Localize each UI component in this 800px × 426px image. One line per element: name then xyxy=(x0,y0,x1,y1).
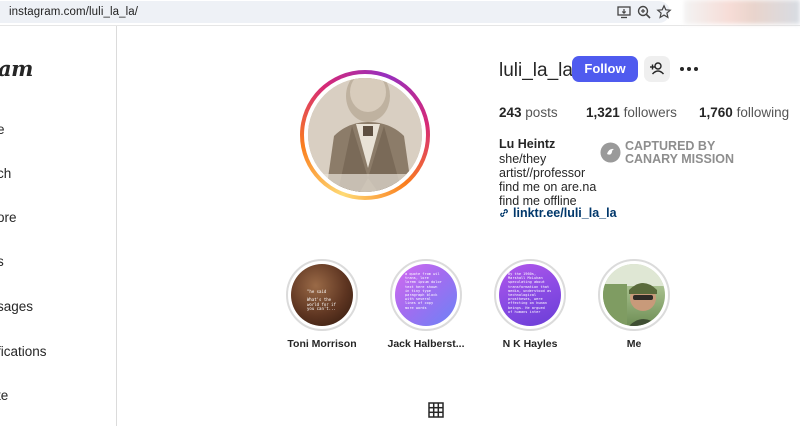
bookmark-star-icon[interactable] xyxy=(656,4,672,20)
install-app-icon[interactable] xyxy=(616,4,632,20)
link-icon xyxy=(500,209,508,217)
highlight-label: Jack Halberst... xyxy=(387,338,465,350)
watermark-line-2: CANARY MISSION xyxy=(625,152,735,166)
profile-avatar-ring[interactable] xyxy=(300,70,430,200)
highlight-selfie-image xyxy=(603,264,665,326)
url-bar[interactable]: instagram.com/luli_la_la/ xyxy=(0,1,670,23)
url-text[interactable]: instagram.com/luli_la_la/ xyxy=(9,6,138,18)
following-stat[interactable]: 1,760 following xyxy=(699,105,789,120)
highlight-label: N K Hayles xyxy=(502,338,558,350)
highlight-label: Toni Morrison xyxy=(287,338,357,350)
follow-button[interactable]: Follow xyxy=(572,56,638,82)
bio-full-name: Lu Heintz xyxy=(499,137,556,151)
highlight-label: Me xyxy=(626,338,642,350)
highlight-me[interactable]: Me xyxy=(598,259,670,350)
browser-address-bar: instagram.com/luli_la_la/ xyxy=(0,0,800,26)
bio-line: artist//professor xyxy=(499,166,586,180)
bio-line: find me on are.na xyxy=(499,180,597,194)
following-label: following xyxy=(736,105,790,120)
sidebar-item-explore[interactable]: ore xyxy=(0,210,17,225)
sidebar-item-reels[interactable]: s xyxy=(0,254,4,269)
sidebar-item-create[interactable]: te xyxy=(0,388,8,403)
profile-username: luli_la_la xyxy=(499,60,573,81)
followers-label: followers xyxy=(623,105,677,120)
bio-external-link[interactable]: linktr.ee/luli_la_la xyxy=(499,206,617,220)
posts-stat: 243 posts xyxy=(499,105,558,120)
highlight-cover: "he said What's the world for if you can… xyxy=(291,264,353,326)
highlight-cover-text: a quote from wil trans, lore lorem ipsum… xyxy=(405,272,442,310)
canary-logo-icon xyxy=(600,142,621,163)
highlight-cover: By the 1960s, Marshall McLuhan speculati… xyxy=(499,264,561,326)
zoom-icon[interactable] xyxy=(636,4,652,20)
sidebar-nav: am e ch ore s sages fications te xyxy=(0,26,117,426)
posts-count: 243 xyxy=(499,105,522,120)
profile-avatar xyxy=(308,78,422,192)
more-dots-icon xyxy=(680,67,698,71)
highlight-cover: a quote from wil trans, lore lorem ipsum… xyxy=(395,264,457,326)
highlight-cover-text: By the 1960s, Marshall McLuhan speculati… xyxy=(508,272,552,314)
avatar-portrait-image xyxy=(308,78,422,192)
sidebar-item-messages[interactable]: sages xyxy=(0,299,33,314)
following-count: 1,760 xyxy=(699,105,733,120)
sidebar-item-notifications[interactable]: fications xyxy=(0,344,47,359)
more-options-button[interactable] xyxy=(678,60,700,78)
posts-label: posts xyxy=(525,105,558,120)
followers-stat[interactable]: 1,321 followers xyxy=(586,105,677,120)
highlight-cover-text: "he said What's the world for if you can… xyxy=(307,289,336,311)
posts-grid-icon[interactable] xyxy=(428,402,444,418)
highlight-nk-hayles[interactable]: By the 1960s, Marshall McLuhan speculati… xyxy=(494,259,566,350)
highlight-toni-morrison[interactable]: "he said What's the world for if you can… xyxy=(286,259,358,350)
sidebar-item-search[interactable]: ch xyxy=(0,166,11,181)
followers-count: 1,321 xyxy=(586,105,620,120)
bio-link-text[interactable]: linktr.ee/luli_la_la xyxy=(513,206,617,220)
add-user-icon xyxy=(650,62,665,75)
sidebar-item-home[interactable]: e xyxy=(0,122,5,137)
bio-line: she/they xyxy=(499,152,547,166)
highlight-cover xyxy=(603,264,665,326)
instagram-logo[interactable]: am xyxy=(0,56,33,81)
suggested-accounts-button[interactable] xyxy=(644,56,670,82)
extensions-area xyxy=(684,0,800,24)
highlight-jack-halberstam[interactable]: a quote from wil trans, lore lorem ipsum… xyxy=(387,259,465,350)
